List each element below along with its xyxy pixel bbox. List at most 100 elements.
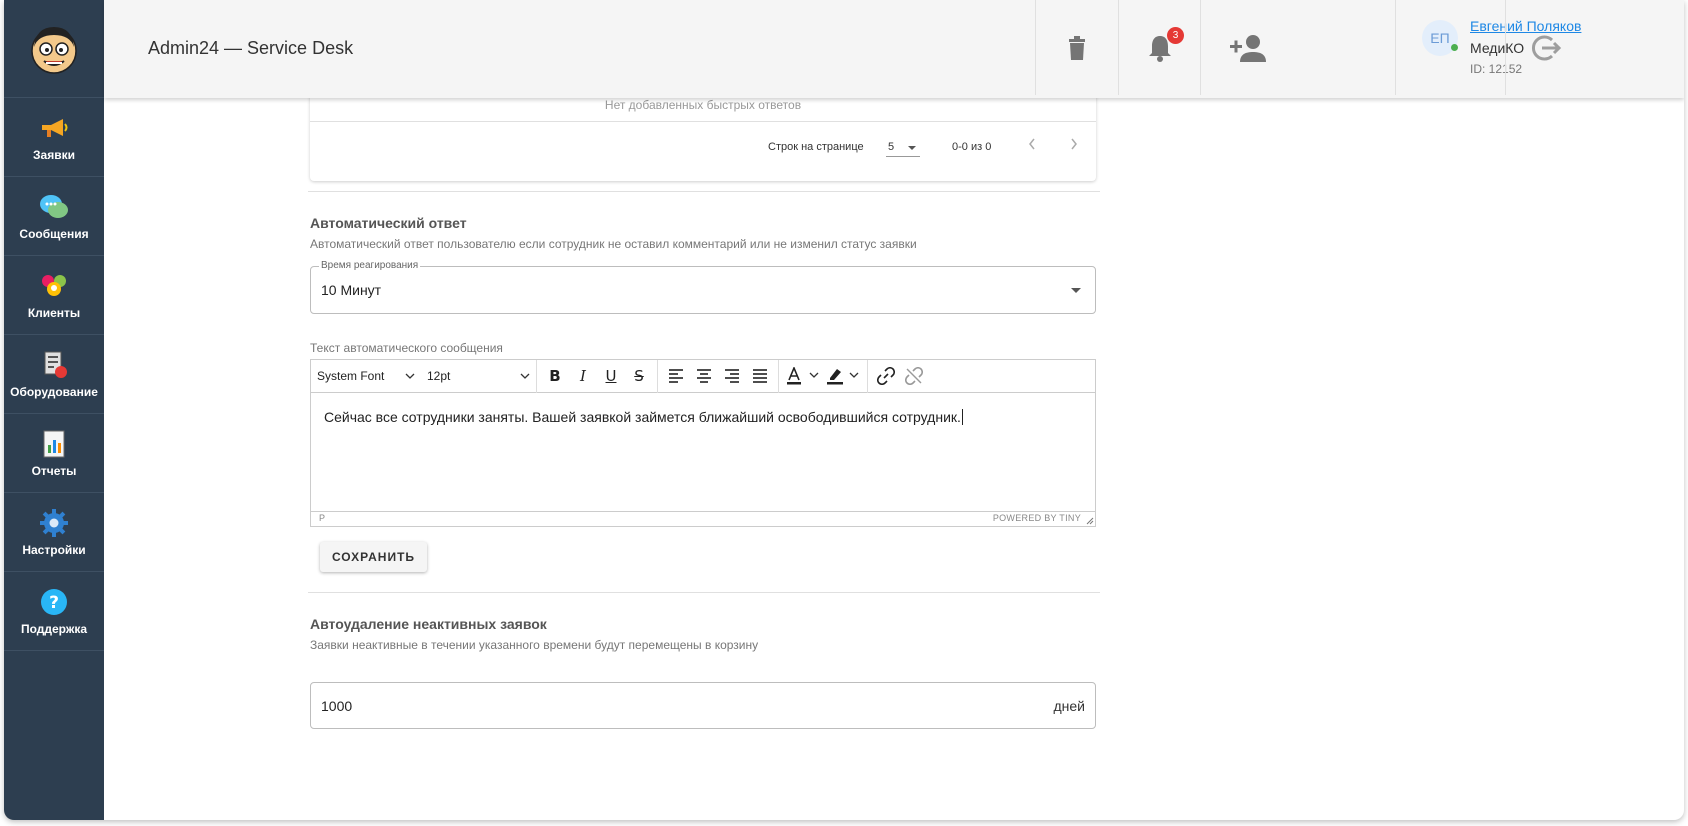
sidebar-item-equipment[interactable]: Оборудование bbox=[4, 335, 104, 414]
element-path[interactable]: P bbox=[319, 513, 325, 523]
rows-per-page-value: 5 bbox=[888, 141, 895, 153]
chat-bubbles-icon bbox=[39, 192, 69, 222]
chevron-right-icon bbox=[1071, 138, 1077, 150]
trash-button[interactable] bbox=[1035, 0, 1118, 95]
notifications-button[interactable]: 3 bbox=[1118, 0, 1200, 95]
insert-link-button[interactable] bbox=[872, 362, 900, 390]
notification-count-badge: 3 bbox=[1167, 27, 1184, 44]
align-left-button[interactable] bbox=[662, 362, 690, 390]
add-user-icon bbox=[1230, 34, 1266, 62]
align-right-icon bbox=[725, 369, 739, 383]
section-divider bbox=[308, 191, 1100, 192]
auto-delete-days-field[interactable]: 1000 дней bbox=[310, 682, 1096, 729]
remove-link-button[interactable] bbox=[900, 362, 928, 390]
pagination-range: 0-0 из 0 bbox=[952, 141, 992, 153]
online-status-dot bbox=[1451, 44, 1458, 51]
trash-icon bbox=[1069, 35, 1085, 60]
font-size-dropdown[interactable]: 12pt bbox=[421, 362, 536, 390]
divider bbox=[310, 121, 1096, 122]
megaphone-icon bbox=[39, 113, 69, 143]
bold-icon: B bbox=[549, 367, 561, 385]
report-icon bbox=[39, 429, 69, 459]
font-family-value: System Font bbox=[317, 369, 385, 383]
gear-icon bbox=[39, 508, 69, 538]
align-right-button[interactable] bbox=[718, 362, 746, 390]
sidebar-item-clients[interactable]: Клиенты bbox=[4, 256, 104, 335]
help-icon: ? bbox=[39, 587, 69, 617]
logo[interactable] bbox=[4, 0, 104, 98]
auto-delete-title: Автоудаление неактивных заявок bbox=[310, 616, 547, 632]
highlighter-icon bbox=[827, 369, 859, 385]
next-page-button[interactable] bbox=[1064, 134, 1084, 154]
sidebar-item-settings[interactable]: Настройки bbox=[4, 493, 104, 572]
logout-icon bbox=[1531, 35, 1561, 60]
italic-icon: I bbox=[580, 367, 586, 385]
resize-handle-icon[interactable] bbox=[1086, 517, 1094, 525]
underline-icon: U bbox=[605, 367, 617, 385]
clients-icon bbox=[39, 271, 69, 301]
text-color-button[interactable] bbox=[783, 362, 823, 390]
quick-replies-table: Нет добавленных быстрых ответов Строк на… bbox=[310, 88, 1096, 181]
empty-state-text: Нет добавленных быстрых ответов bbox=[604, 98, 802, 112]
sidebar-item-label: Настройки bbox=[22, 542, 86, 557]
reaction-time-value: 10 Минут bbox=[321, 282, 382, 298]
auto-reply-title: Автоматический ответ bbox=[310, 215, 467, 231]
equipment-icon bbox=[39, 350, 69, 380]
link-icon bbox=[877, 367, 895, 385]
chevron-down-icon bbox=[405, 373, 415, 379]
strikethrough-button[interactable]: S bbox=[625, 362, 653, 390]
sidebar-item-tickets[interactable]: Заявки bbox=[4, 98, 104, 177]
header: Admin24 — Service Desk 3 ЕП Евгений Поля… bbox=[104, 0, 1684, 98]
auto-delete-days-value: 1000 bbox=[321, 698, 353, 714]
svg-text:?: ? bbox=[49, 593, 59, 613]
align-center-icon bbox=[697, 369, 711, 383]
editor-content[interactable]: Сейчас все сотрудники заняты. Вашей заяв… bbox=[324, 409, 963, 425]
sidebar-item-label: Клиенты bbox=[27, 305, 81, 320]
editor-statusbar: P POWERED BY TINY bbox=[311, 511, 1095, 526]
editor-toolbar: System Font 12pt B I U S bbox=[311, 359, 1095, 393]
main-content: Нет добавленных быстрых ответов Строк на… bbox=[104, 88, 1684, 820]
sidebar-item-messages[interactable]: Сообщения bbox=[4, 177, 104, 256]
sidebar-item-label: Заявки bbox=[33, 147, 75, 162]
sidebar-item-label: Оборудование bbox=[10, 384, 98, 399]
rich-text-editor: System Font 12pt B I U S Сейчас все сотр… bbox=[310, 359, 1096, 527]
underline-button[interactable]: U bbox=[597, 362, 625, 390]
highlight-color-button[interactable] bbox=[823, 362, 863, 390]
bold-button[interactable]: B bbox=[541, 362, 569, 390]
text-color-icon bbox=[787, 367, 819, 385]
auto-delete-description: Заявки неактивные в течении указанного в… bbox=[310, 638, 759, 652]
font-family-dropdown[interactable]: System Font bbox=[311, 362, 421, 390]
text-cursor: ​ bbox=[961, 409, 963, 425]
unlink-icon bbox=[905, 367, 923, 385]
justify-button[interactable] bbox=[746, 362, 774, 390]
reaction-time-select[interactable]: Время реагирования 10 Минут bbox=[310, 260, 1096, 314]
logout-button[interactable] bbox=[1505, 0, 1585, 95]
rows-per-page-label: Строк на странице bbox=[768, 141, 864, 153]
sidebar: Заявки Сообщения Клиенты Оборудование От bbox=[4, 0, 104, 820]
align-center-button[interactable] bbox=[690, 362, 718, 390]
sidebar-item-reports[interactable]: Отчеты bbox=[4, 414, 104, 493]
app-window: Заявки Сообщения Клиенты Оборудование От bbox=[4, 0, 1684, 820]
font-size-value: 12pt bbox=[427, 369, 451, 383]
sidebar-item-support[interactable]: ? Поддержка bbox=[4, 572, 104, 651]
powered-by-link[interactable]: POWERED BY TINY bbox=[993, 513, 1081, 523]
sidebar-item-label: Отчеты bbox=[31, 463, 77, 478]
chevron-left-icon bbox=[1029, 138, 1035, 150]
section-divider bbox=[308, 592, 1100, 593]
prev-page-button[interactable] bbox=[1022, 134, 1042, 154]
justify-icon bbox=[753, 369, 767, 383]
chevron-down-icon bbox=[1071, 288, 1081, 293]
sidebar-item-label: Поддержка bbox=[20, 621, 88, 636]
italic-button[interactable]: I bbox=[569, 362, 597, 390]
rows-per-page-select[interactable]: 5 bbox=[886, 137, 920, 157]
days-unit-label: дней bbox=[1053, 698, 1085, 714]
sidebar-item-label: Сообщения bbox=[19, 226, 89, 241]
add-user-button[interactable] bbox=[1200, 0, 1295, 95]
strikethrough-icon: S bbox=[634, 367, 644, 385]
chevron-down-icon bbox=[520, 373, 530, 379]
auto-reply-description: Автоматический ответ пользователю если с… bbox=[310, 237, 917, 251]
chevron-down-icon bbox=[908, 146, 916, 150]
mascot-logo-icon bbox=[31, 26, 77, 74]
align-left-icon bbox=[669, 369, 683, 383]
save-button[interactable]: СОХРАНИТЬ bbox=[320, 542, 427, 572]
